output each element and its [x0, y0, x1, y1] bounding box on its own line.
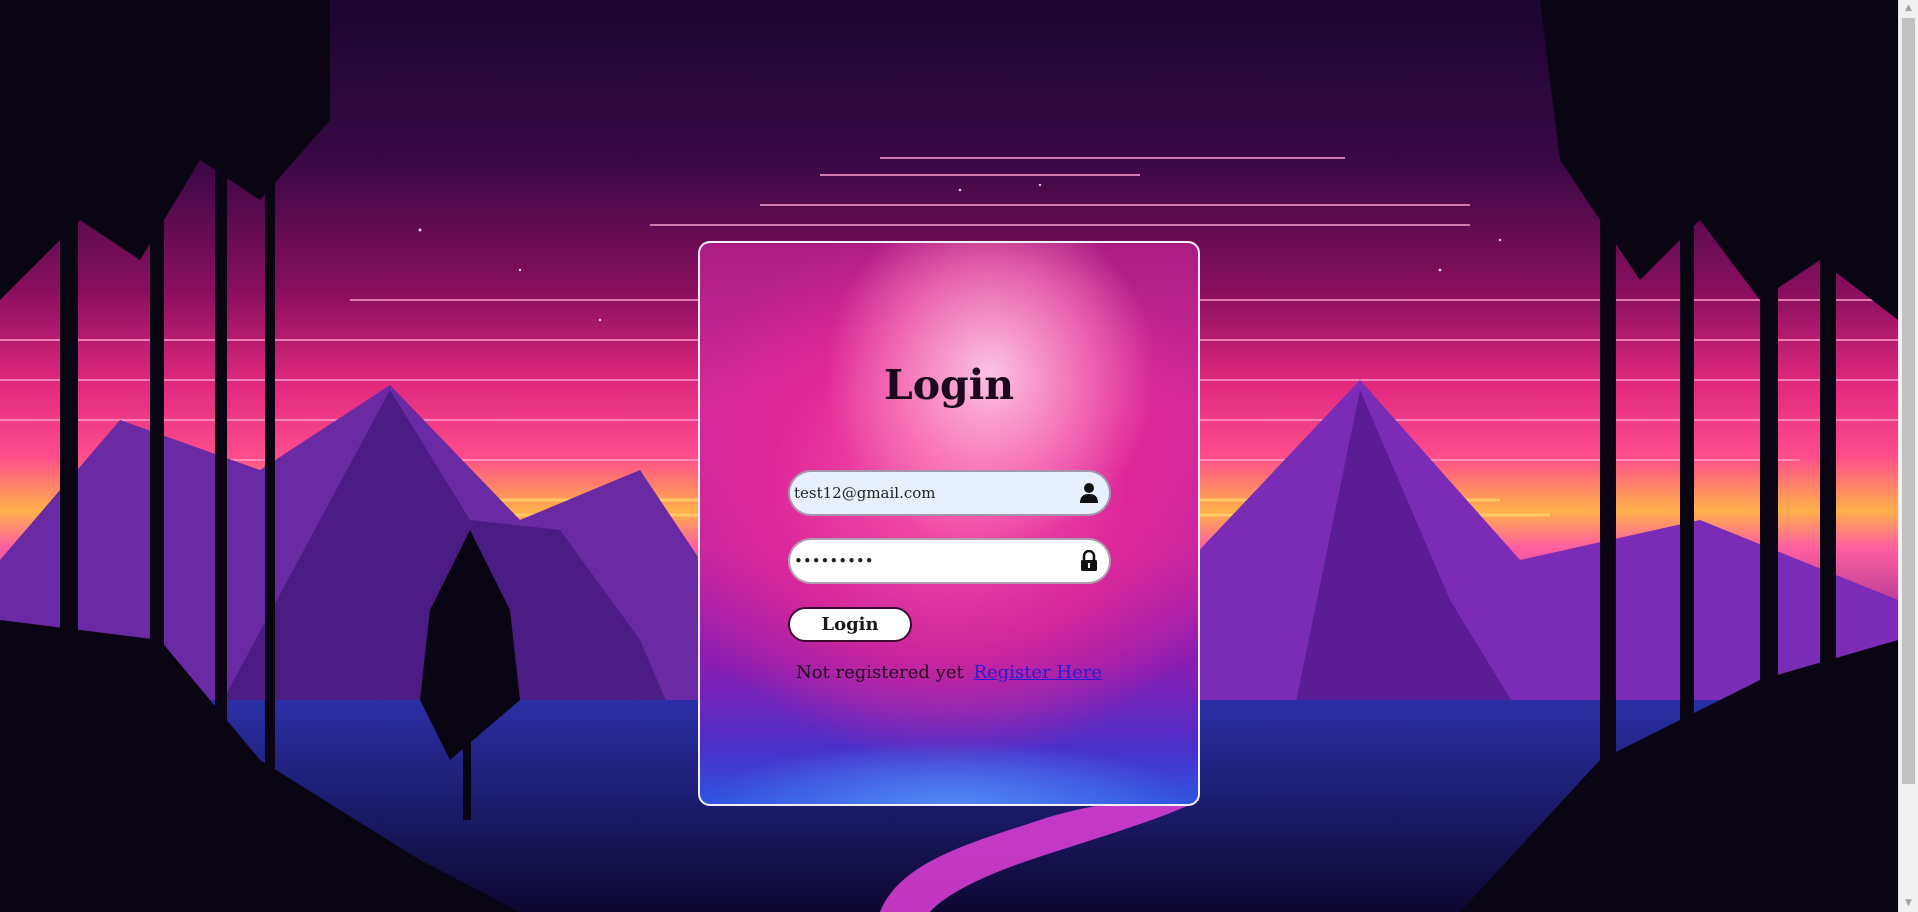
email-input[interactable]	[790, 472, 1069, 514]
register-prompt-text: Not registered yet	[795, 662, 964, 683]
lock-icon	[1069, 540, 1109, 582]
scroll-up-icon[interactable]: ▲	[1899, 0, 1918, 17]
login-title: Login	[883, 361, 1015, 409]
user-icon-svg	[1080, 483, 1098, 503]
password-field[interactable]	[788, 538, 1111, 584]
register-link[interactable]: Register Here	[973, 662, 1102, 683]
register-prompt-line: Not registered yet Register Here	[700, 662, 1198, 683]
login-button[interactable]: Login	[788, 607, 912, 642]
login-card: Login Login Not registered y	[698, 241, 1200, 806]
vertical-scrollbar[interactable]: ▲ ▼	[1898, 0, 1918, 912]
lock-icon-svg	[1081, 550, 1097, 571]
password-input[interactable]	[790, 540, 1069, 582]
page-viewport: Login Login Not registered y	[0, 0, 1898, 912]
scrollbar-thumb[interactable]	[1902, 18, 1915, 784]
user-icon	[1069, 472, 1109, 514]
scroll-down-icon[interactable]: ▼	[1899, 895, 1918, 912]
email-field[interactable]	[788, 470, 1111, 516]
